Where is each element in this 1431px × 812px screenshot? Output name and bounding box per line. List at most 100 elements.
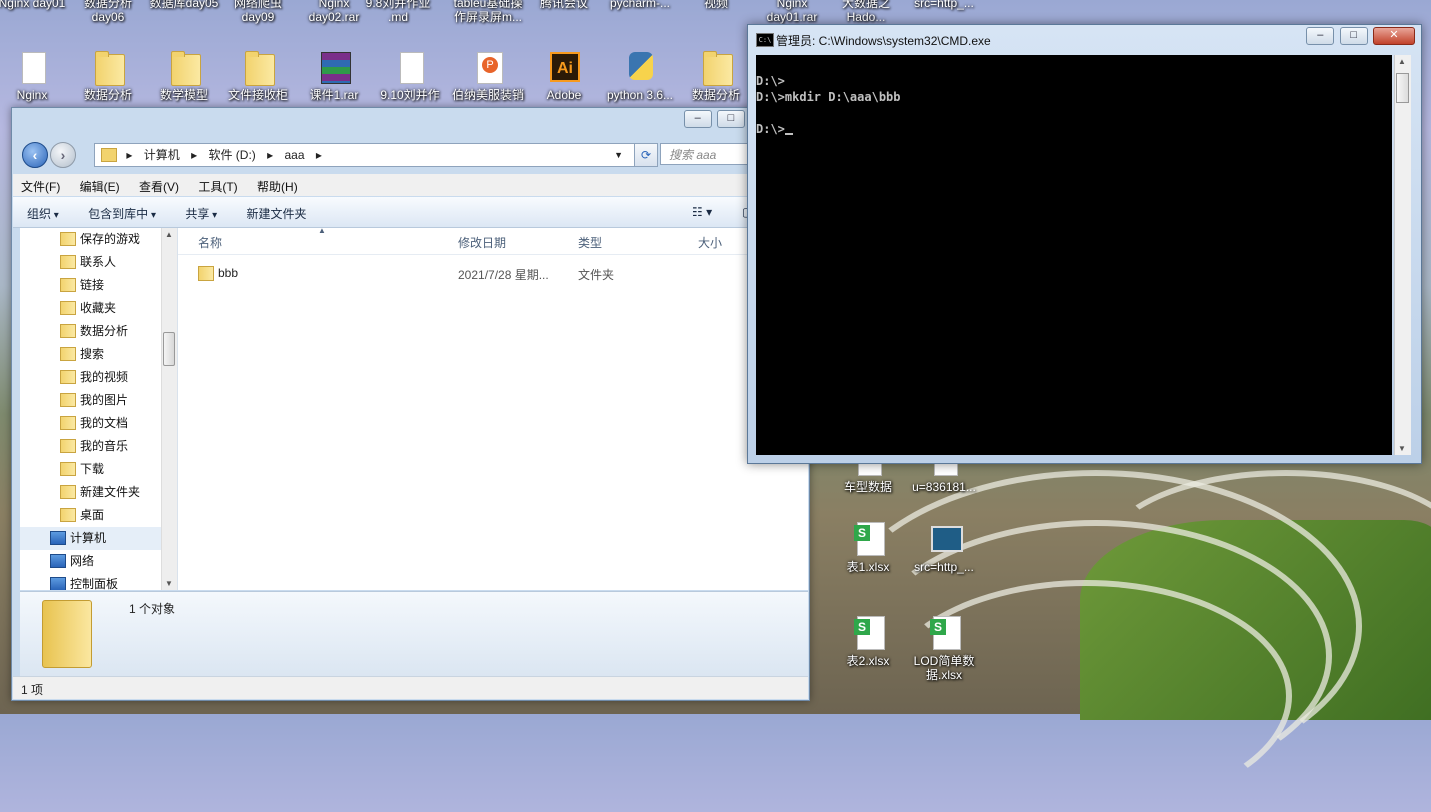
address-bar[interactable]: ▸ 计算机 ▸ 软件 (D:) ▸ aaa ▸ ▼ <box>94 143 636 167</box>
explorer-window-controls: – □ <box>682 110 745 128</box>
refresh-icon[interactable]: ⟳ <box>634 143 658 167</box>
sidebar-item[interactable]: 搜索 <box>20 343 177 366</box>
sidebar-item[interactable]: 新建文件夹 <box>20 481 177 504</box>
sidebar-item[interactable]: 下载 <box>20 458 177 481</box>
sidebar-item[interactable]: 我的图片 <box>20 389 177 412</box>
desktop-icon-label[interactable]: src=http_... <box>908 0 980 10</box>
desktop-icon[interactable]: Nginx <box>0 50 68 102</box>
console-output[interactable]: D:\> D:\>mkdir D:\aaa\bbb D:\> <box>756 55 1392 455</box>
new-folder-button[interactable]: 新建文件夹 <box>233 197 319 222</box>
sidebar-item[interactable]: 控制面板 <box>20 573 177 590</box>
xlsx-icon <box>854 522 885 556</box>
scroll-up-icon[interactable]: ▲ <box>1398 57 1406 66</box>
menu-file[interactable]: 文件(F) <box>13 174 68 195</box>
desktop-icon-label[interactable]: pycharm-... <box>604 0 676 10</box>
window-title: 管理员: C:\Windows\system32\CMD.exe <box>776 34 991 48</box>
desktop-icon-label: python 3.6... <box>606 88 674 102</box>
desktop-icon-label[interactable]: Nginx day02.rar <box>298 0 370 24</box>
menu-tools[interactable]: 工具(T) <box>190 174 245 195</box>
explorer-window[interactable]: – □ ‹ › ▸ 计算机 ▸ 软件 (D:) ▸ aaa ▸ ▼ ⟳ 搜索 a… <box>11 107 810 701</box>
sidebar-item[interactable]: 收藏夹 <box>20 297 177 320</box>
desktop-icon-label[interactable]: 9.8刘并作业 .md <box>362 0 434 24</box>
column-size[interactable]: 大小 <box>698 234 722 251</box>
include-in-library-button[interactable]: 包含到库中 <box>74 197 168 222</box>
desktop-icon[interactable]: python 3.6... <box>604 50 676 102</box>
desktop-icon-label[interactable]: 网络爬虫 day09 <box>222 0 294 24</box>
desktop-icon[interactable]: LOD简单数 据.xlsx <box>908 616 980 682</box>
table-row[interactable]: bbb 2021/7/28 星期... 文件夹 <box>178 262 808 284</box>
share-button[interactable]: 共享 <box>171 197 229 222</box>
menu-view[interactable]: 查看(V) <box>131 174 187 195</box>
back-button[interactable]: ‹ <box>22 142 48 168</box>
desktop-icon-label[interactable]: tableu基础操 作屏录屏m... <box>452 0 524 24</box>
sidebar-item[interactable]: 我的音乐 <box>20 435 177 458</box>
details-count: 1 个对象 <box>129 602 176 616</box>
folder-icon <box>60 347 76 361</box>
desktop-icon-label: u=836181... <box>912 480 976 494</box>
desktop-icon[interactable]: 数据分析 <box>72 50 144 102</box>
sidebar-item[interactable]: 网络 <box>20 550 177 573</box>
cmd-window[interactable]: C:\ 管理员: C:\Windows\system32\CMD.exe – □… <box>747 24 1422 464</box>
desktop-icon-label[interactable]: 视频 <box>680 0 752 10</box>
breadcrumb-separator: ▸ <box>191 148 198 162</box>
desktop-icon[interactable]: 文件接收柜 <box>222 50 294 102</box>
desktop-icon[interactable]: 伯纳美服装销 <box>452 50 524 102</box>
sidebar-item[interactable]: 保存的游戏 <box>20 228 177 251</box>
desktop-icon[interactable]: 数据分析 <box>680 50 752 102</box>
view-options-icon[interactable]: ☷ ▾ <box>678 197 724 219</box>
sidebar-item[interactable]: 数据分析 <box>20 320 177 343</box>
menu-help[interactable]: 帮助(H) <box>249 174 306 195</box>
sidebar-item-label: 数据分析 <box>80 324 129 338</box>
console-line-text: D:\> <box>756 122 785 136</box>
desktop-icon-label[interactable]: Nginx day01 <box>0 0 68 10</box>
scroll-down-icon[interactable]: ▼ <box>1398 444 1406 453</box>
desktop-icon-label[interactable]: 数据库day05 <box>148 0 220 10</box>
sidebar-item[interactable]: 我的文档 <box>20 412 177 435</box>
sidebar-item[interactable]: 桌面 <box>20 504 177 527</box>
sidebar-item[interactable]: 链接 <box>20 274 177 297</box>
desktop-icon[interactable]: 表1.xlsx <box>832 522 904 574</box>
sidebar-item-label: 下载 <box>80 462 105 476</box>
desktop-icon-label[interactable]: 大数据之 Hado... <box>830 0 902 24</box>
maximize-button[interactable]: □ <box>717 110 745 128</box>
computer-icon <box>50 531 66 545</box>
organize-button[interactable]: 组织 <box>13 197 71 222</box>
menu-edit[interactable]: 编辑(E) <box>72 174 128 195</box>
minimize-button[interactable]: – <box>1306 27 1335 45</box>
address-dropdown-icon[interactable]: ▼ <box>614 144 623 166</box>
sidebar-item[interactable]: 联系人 <box>20 251 177 274</box>
maximize-button[interactable]: □ <box>1339 27 1368 45</box>
breadcrumb-computer[interactable]: 计算机 <box>144 148 180 162</box>
column-name[interactable]: 名称 <box>198 234 222 251</box>
scroll-thumb[interactable] <box>1396 73 1409 103</box>
nav-scrollbar[interactable]: ▲ ▼ <box>161 228 177 590</box>
sidebar-item[interactable]: 我的视频 <box>20 366 177 389</box>
scroll-up-icon[interactable]: ▲ <box>165 230 173 239</box>
desktop-icon[interactable]: 表2.xlsx <box>832 616 904 668</box>
desktop-icon[interactable]: 数学模型 <box>148 50 220 102</box>
breadcrumb-folder[interactable]: aaa <box>285 148 305 162</box>
desktop-icon[interactable]: Ai Adobe <box>528 50 600 102</box>
desktop-icon[interactable]: 9.10刘并作 <box>374 50 446 102</box>
navigation-pane: 保存的游戏 联系人 链接 收藏夹数据分析搜索 我的视频 我的图片 我的文档我的音乐下载新建文… <box>20 228 178 590</box>
column-modified[interactable]: 修改日期 <box>458 234 506 251</box>
desktop-icon-label[interactable]: 数据分析 day06 <box>72 0 144 24</box>
close-button[interactable]: ✕ <box>1373 27 1415 45</box>
sidebar-item[interactable]: 计算机 <box>20 527 177 550</box>
column-type[interactable]: 类型 <box>578 234 602 251</box>
folder-icon <box>95 51 125 86</box>
desktop-icon[interactable]: 课件1.rar <box>298 50 370 102</box>
desktop-icon-label[interactable]: Nginx day01.rar <box>756 0 828 24</box>
computer-icon <box>50 554 66 568</box>
column-headers: 名称 ▲ 修改日期 类型 大小 <box>178 226 808 255</box>
breadcrumb-drive[interactable]: 软件 (D:) <box>208 148 255 162</box>
scroll-down-icon[interactable]: ▼ <box>165 579 173 588</box>
console-scrollbar[interactable]: ▲ ▼ <box>1394 55 1411 455</box>
minimize-button[interactable]: – <box>683 110 712 128</box>
address-row: ‹ › ▸ 计算机 ▸ 软件 (D:) ▸ aaa ▸ ▼ ⟳ 搜索 aaa <box>20 142 800 168</box>
scroll-thumb[interactable] <box>163 332 175 366</box>
forward-button[interactable]: › <box>50 142 76 168</box>
desktop-icon[interactable]: src=http_... <box>908 522 980 574</box>
sidebar-item-label: 我的音乐 <box>80 439 129 453</box>
desktop-icon-label[interactable]: 腾讯会议 <box>528 0 600 10</box>
